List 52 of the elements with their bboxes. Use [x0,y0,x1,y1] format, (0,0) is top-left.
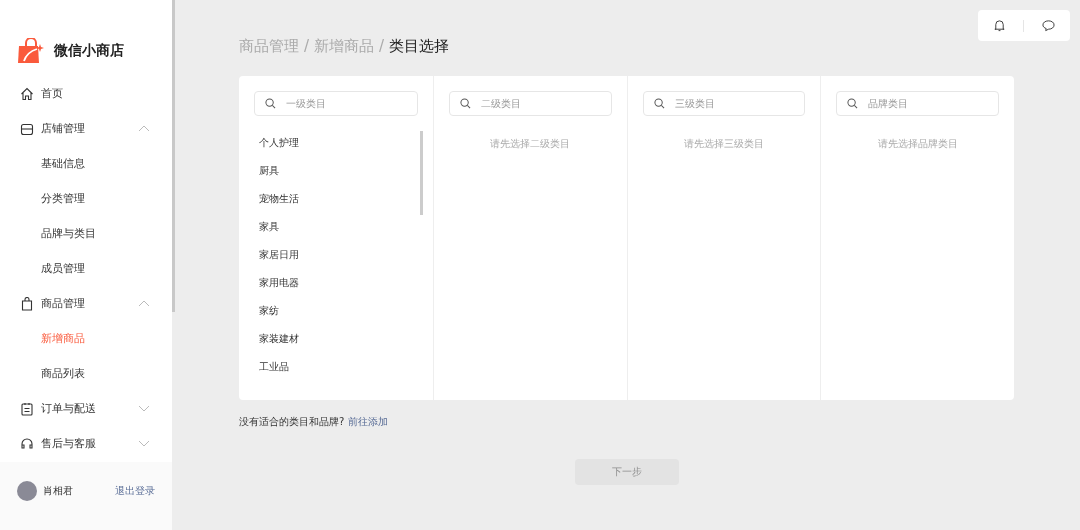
breadcrumb-separator: / [304,37,310,55]
note-text: 没有适合的类目和品牌? [239,415,345,429]
bag-icon [20,296,34,311]
chevron-icon [138,405,150,412]
category-item[interactable]: 家居日用 [259,241,418,269]
chevron-icon [138,440,150,447]
breadcrumb-item: 类目选择 [389,36,450,56]
nav-subitem[interactable]: 品牌与类目 [0,216,172,251]
chat-bubble-icon[interactable] [1042,19,1056,32]
search-icon [653,98,665,109]
headset-icon [20,436,34,451]
category-item[interactable]: 厨具 [259,157,418,185]
search-field[interactable]: 品牌类目 [836,91,999,116]
shopping-bag-logo-icon [18,38,44,64]
empty-hint: 请先选择品牌类目 [876,137,959,151]
nav-item[interactable]: 订单与配送 [0,391,172,426]
store-icon [20,121,34,136]
chevron-icon [138,300,150,307]
category-item[interactable]: 家纺 [259,297,418,325]
nav-subitem[interactable]: 基础信息 [0,146,172,181]
bell-icon[interactable] [992,19,1006,32]
scrollbar[interactable] [419,131,423,215]
search-field[interactable]: 一级类目 [254,91,418,116]
search-field[interactable]: 三级类目 [642,91,806,116]
chevron-icon [138,125,150,132]
add-link[interactable]: 前往添加 [348,415,389,429]
breadcrumb-separator: / [379,37,385,55]
nav-subitem[interactable]: 成员管理 [0,251,172,286]
category-item[interactable]: 家具 [259,213,418,241]
category-item[interactable]: 工业品 [259,353,418,381]
category-item[interactable]: 个人护理 [259,129,418,157]
nav-item[interactable]: 售后与客服 [0,426,172,461]
user-name: 肖相君 [43,484,74,498]
nav-subitem[interactable]: 分类管理 [0,181,172,216]
nav-item[interactable]: 商品管理 [0,286,172,321]
search-icon [459,98,471,109]
clipboard-icon [20,401,34,416]
scrollbar[interactable] [172,0,175,312]
avatar [17,481,37,501]
empty-hint: 请先选择三级类目 [682,137,765,151]
nav-subitem[interactable]: 商品列表 [0,356,172,391]
search-icon [265,98,276,109]
search-icon [847,98,859,109]
category-item[interactable]: 宠物生活 [259,185,418,213]
logout-link[interactable]: 退出登录 [115,484,155,498]
nav-item[interactable]: 店铺管理 [0,111,172,146]
brand-name: 微信小商店 [54,42,124,60]
nav-item[interactable]: 首页 [0,76,172,111]
category-item[interactable]: 家用电器 [259,269,418,297]
home-icon [20,86,34,101]
search-field[interactable]: 二级类目 [448,91,612,116]
category-item[interactable]: 家装建材 [259,325,418,353]
